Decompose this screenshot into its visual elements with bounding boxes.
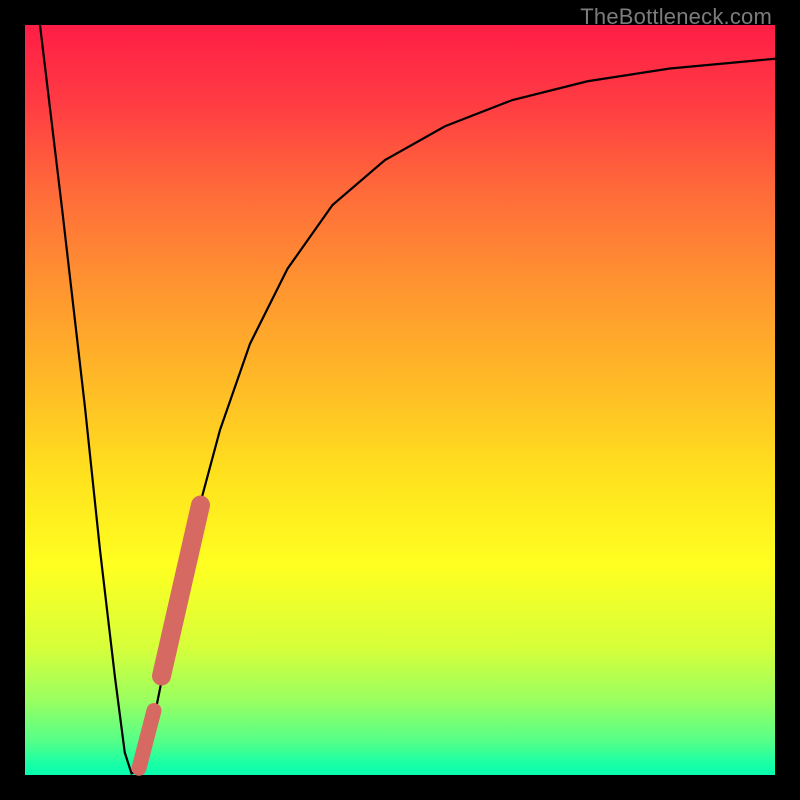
watermark-text: TheBottleneck.com: [580, 4, 772, 30]
chart-svg: [0, 0, 800, 800]
plot-background: [25, 25, 775, 775]
chart-frame: TheBottleneck.com: [0, 0, 800, 800]
